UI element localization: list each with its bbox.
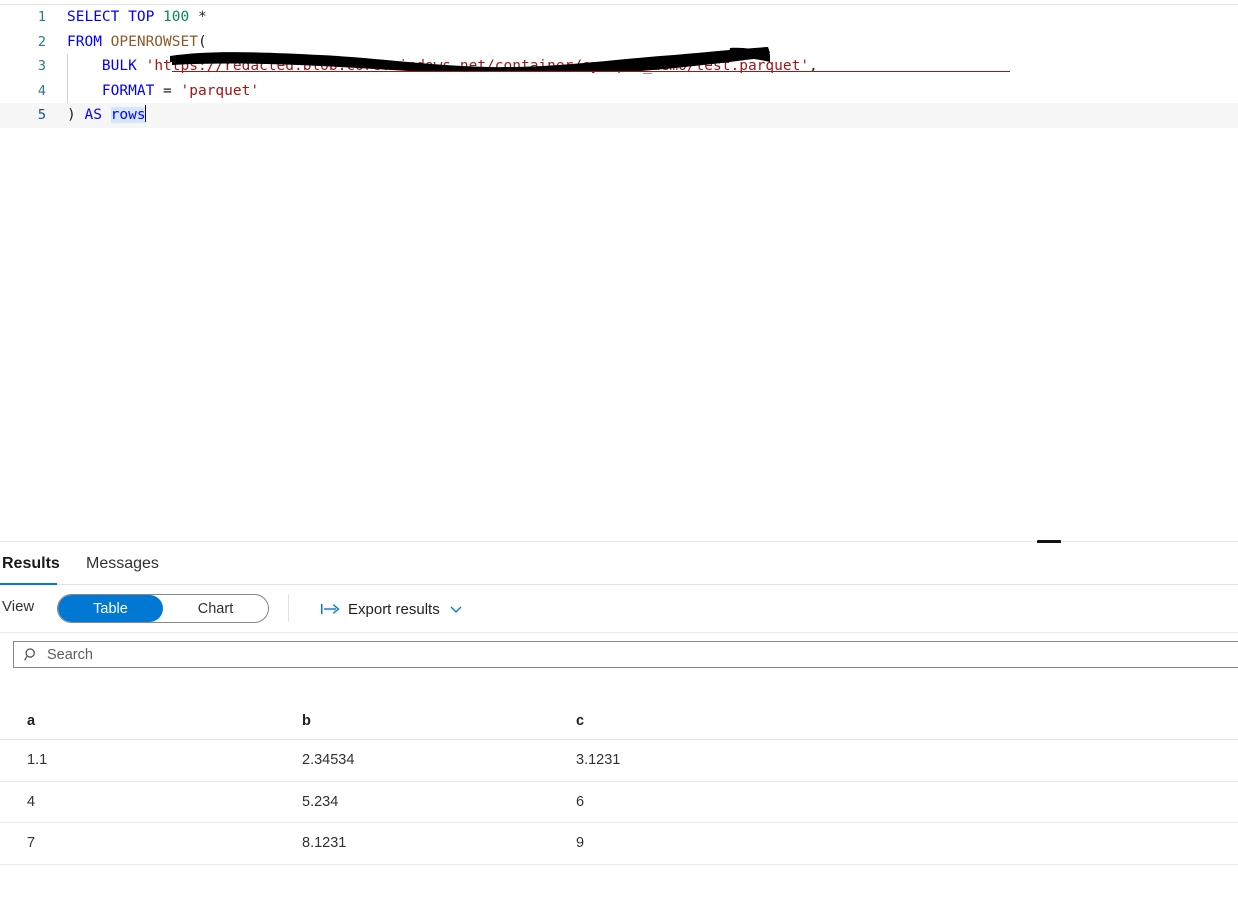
code-token: OPENROWSET xyxy=(110,33,198,50)
code-line[interactable]: 1 SELECT TOP 100 * xyxy=(0,5,1238,30)
tab-messages[interactable]: Messages xyxy=(84,543,168,585)
indent-guide xyxy=(67,54,68,79)
code-line[interactable]: 4 FORMAT = 'parquet' xyxy=(0,78,1238,104)
line-number: 2 xyxy=(37,33,46,50)
view-toggle-chart[interactable]: Chart xyxy=(163,595,268,622)
results-panel: Results Messages View Table Chart Export… xyxy=(0,543,1238,919)
table-cell: 1.1 xyxy=(27,752,48,769)
tab-results[interactable]: Results xyxy=(0,543,60,585)
code-text[interactable]: FORMAT = 'parquet' xyxy=(46,79,259,104)
export-results-label: Export results xyxy=(348,600,440,618)
table-cell: 9 xyxy=(576,835,585,852)
code-line[interactable]: 3 BULK 'https://redacted.blob.core.windo… xyxy=(0,54,1238,79)
code-token: * xyxy=(189,9,207,25)
table-cell: 4 xyxy=(27,793,36,810)
code-token: ) xyxy=(67,107,85,123)
table-cell: 3.1231 xyxy=(576,752,621,769)
table-header-row: abc xyxy=(0,703,1238,740)
view-toggle-group[interactable]: Table Chart xyxy=(57,594,269,623)
search-icon xyxy=(24,648,35,661)
code-token: 'parquet' xyxy=(180,82,260,99)
column-header[interactable]: a xyxy=(0,713,275,729)
code-token: rows xyxy=(110,107,146,123)
code-token: = xyxy=(163,82,181,99)
tab-messages-label: Messages xyxy=(86,555,159,572)
chevron-down-icon[interactable] xyxy=(448,602,464,616)
column-header[interactable]: b xyxy=(275,713,549,729)
column-header[interactable]: c xyxy=(549,713,849,729)
results-tabstrip: Results Messages xyxy=(0,543,1238,585)
view-toggle-table-label: Table xyxy=(93,600,128,617)
code-area[interactable]: 1 SELECT TOP 100 * 2 FROM OPENROWSET(3 BULK… xyxy=(0,5,1238,128)
code-token: AS xyxy=(84,107,111,123)
table-cell: 2.34534 xyxy=(302,752,355,769)
export-results-button[interactable]: Export results xyxy=(316,595,468,623)
search-input[interactable]: Search xyxy=(13,641,1238,668)
code-token: ( xyxy=(197,33,207,50)
toolbar-separator xyxy=(288,594,289,622)
line-number: 4 xyxy=(37,82,46,99)
results-table[interactable]: a b c 1.1 2.34534 3.1231 4 5.234 6 7 8.1231 9 xyxy=(0,703,1238,865)
line-number: 5 xyxy=(37,107,46,123)
code-text[interactable]: ) AS rows xyxy=(46,103,147,128)
code-text[interactable]: FROM OPENROWSET( xyxy=(46,30,207,55)
code-token: 100 xyxy=(163,9,190,25)
table-cell: 5.234 xyxy=(302,793,339,810)
indent-guide xyxy=(67,78,68,103)
results-search-row: Search xyxy=(0,633,1238,675)
code-token: FORMAT xyxy=(67,82,164,99)
code-token: FROM xyxy=(67,33,111,50)
table-cell: 6 xyxy=(576,793,585,810)
table-row[interactable]: 7 8.1231 9 xyxy=(0,823,1238,865)
table-cell: 8.1231 xyxy=(302,835,347,852)
code-token: BULK xyxy=(67,58,146,74)
sql-error-underline xyxy=(172,71,1010,73)
search-placeholder: Search xyxy=(47,646,93,663)
line-number: 3 xyxy=(37,58,46,74)
code-token: ' xyxy=(145,58,155,74)
table-row[interactable]: 4 5.234 6 xyxy=(0,782,1238,823)
text-cursor xyxy=(144,105,147,122)
code-line[interactable]: 5) AS rows xyxy=(0,103,1238,128)
tab-results-label: Results xyxy=(2,555,60,572)
table-row[interactable]: 1.1 2.34534 3.1231 xyxy=(0,740,1238,782)
sql-editor[interactable]: 1 SELECT TOP 100 * 2 FROM OPENROWSET(3 BULK… xyxy=(0,0,1238,544)
code-token: SELECT TOP xyxy=(67,9,164,25)
view-toggle-table[interactable]: Table xyxy=(58,595,163,622)
view-label: View xyxy=(2,598,35,615)
export-arrow-icon xyxy=(321,604,340,614)
table-cell: 7 xyxy=(27,835,36,852)
code-line[interactable]: 2 FROM OPENROWSET( xyxy=(0,30,1238,55)
code-text[interactable]: BULK 'https://redacted.blob.core.windows… xyxy=(46,54,818,79)
view-toggle-chart-label: Chart xyxy=(197,600,234,617)
code-text[interactable]: SELECT TOP 100 * xyxy=(46,5,207,30)
line-number: 1 xyxy=(37,9,46,25)
results-toolbar: View Table Chart Export results xyxy=(0,585,1238,633)
